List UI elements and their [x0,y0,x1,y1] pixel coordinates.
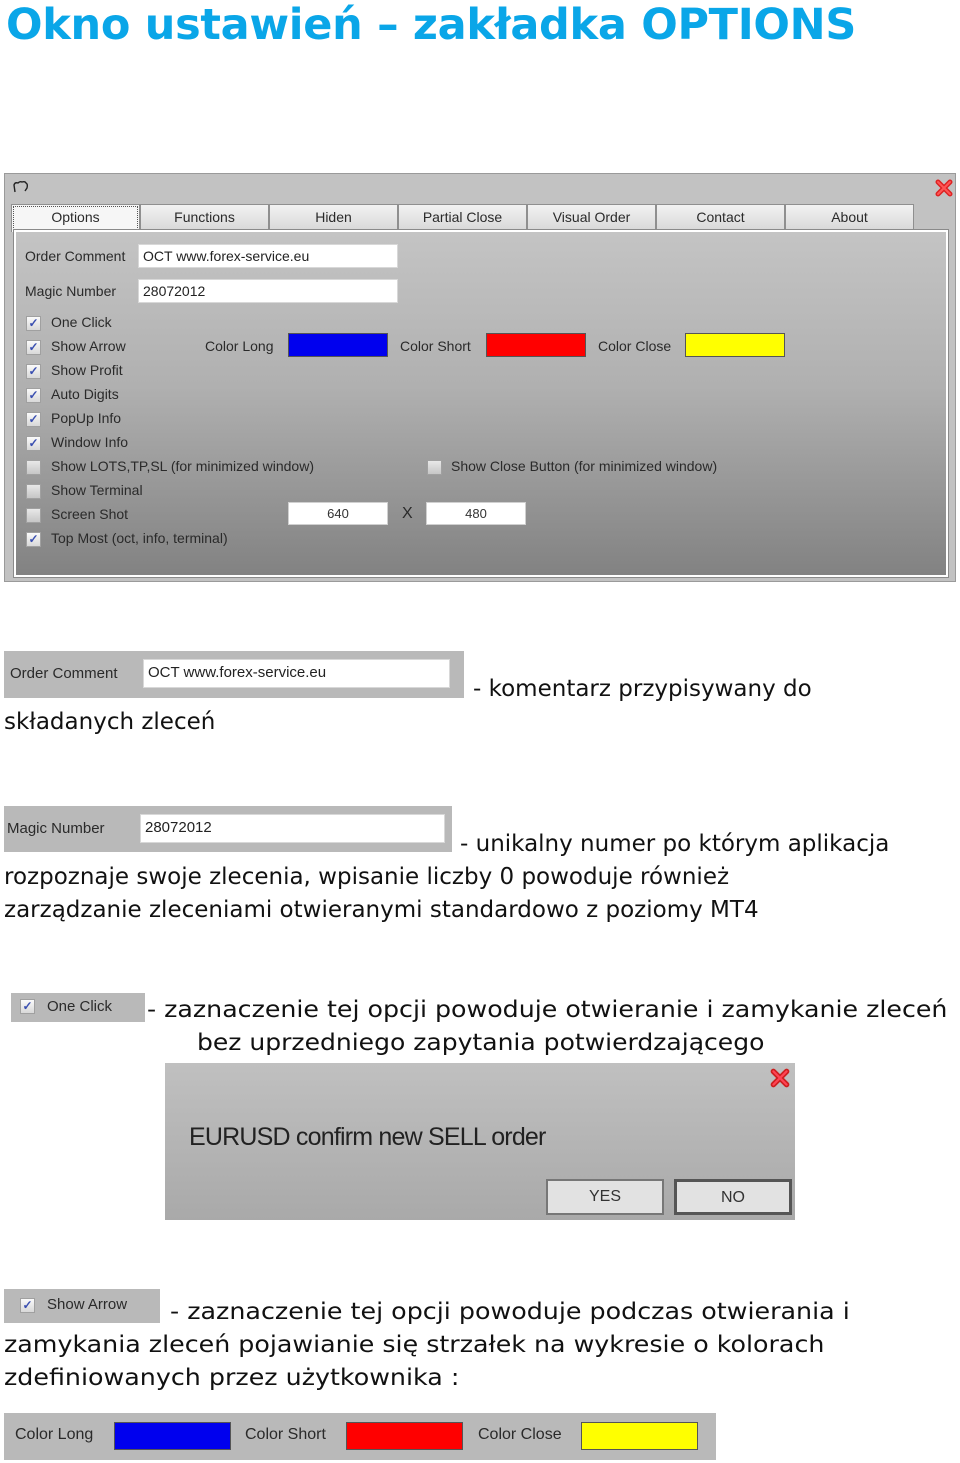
window-info-label: Window Info [51,434,129,450]
color-short-label: Color Short [400,338,471,354]
magic-number-input[interactable]: 28072012 [140,814,445,843]
order-comment-description: - komentarz przypisywany do [473,676,812,702]
screen-shot-label: Screen Shot [51,506,129,522]
magic-number-description-cont2: zarządzanie zleceniami otwieranymi stand… [4,897,759,923]
show-arrow-label: Show Arrow [47,1296,128,1313]
color-short-swatch[interactable] [486,333,586,357]
show-lots-tp-sl-checkbox[interactable] [26,460,41,475]
top-most-label: Top Most (oct, info, terminal) [51,530,228,546]
order-comment-snippet: Order Comment OCT www.forex-service.eu [4,651,464,698]
magic-number-snippet: Magic Number 28072012 [4,806,452,852]
show-lots-tp-sl-label: Show LOTS,TP,SL (for minimized window) [51,458,314,474]
close-icon[interactable] [934,178,954,198]
one-click-checkbox[interactable]: ✓ [20,999,35,1014]
magic-number-input[interactable]: 28072012 [138,279,398,303]
show-profit-label: Show Profit [51,362,123,378]
show-arrow-description-cont2: zdefiniowanych przez użytkownika : [4,1365,460,1391]
confirm-dialog: EURUSD confirm new SELL order YES NO [165,1063,795,1220]
order-comment-description-cont: składanych zleceń [4,709,216,735]
popup-info-checkbox[interactable]: ✓ [26,412,41,427]
color-close-label: Color Close [478,1426,562,1443]
show-profit-checkbox[interactable]: ✓ [26,364,41,379]
order-comment-input[interactable]: OCT www.forex-service.eu [143,659,450,688]
tab-bar: Options Functions Hiden Partial Close Vi… [11,204,914,232]
auto-digits-label: Auto Digits [51,386,119,402]
tab-contact[interactable]: Contact [656,204,785,230]
show-arrow-snippet: ✓ Show Arrow [4,1289,160,1323]
show-terminal-label: Show Terminal [51,482,143,498]
color-long-label: Color Long [205,338,274,354]
settings-window: Options Functions Hiden Partial Close Vi… [4,173,956,582]
one-click-description-cont: bez uprzedniego zapytania potwierdzające… [197,1030,765,1056]
screenshot-height-input[interactable]: 480 [426,502,526,525]
one-click-snippet: ✓ One Click [11,993,145,1022]
show-terminal-checkbox[interactable] [26,484,41,499]
dimension-separator: X [402,505,413,522]
hand-icon [13,180,29,193]
show-arrow-label: Show Arrow [51,338,126,354]
one-click-label: One Click [47,998,113,1015]
auto-digits-checkbox[interactable]: ✓ [26,388,41,403]
color-short-swatch[interactable] [346,1422,463,1450]
color-short-label: Color Short [245,1426,326,1443]
tab-hiden[interactable]: Hiden [269,204,398,230]
tab-options[interactable]: Options [11,204,140,232]
tab-about[interactable]: About [785,204,914,230]
screen-shot-checkbox[interactable] [26,508,41,523]
color-long-label: Color Long [15,1426,94,1443]
tab-functions[interactable]: Functions [140,204,269,230]
show-arrow-description-cont: zamykania zleceń pojawianie się strzałek… [4,1332,825,1358]
page-title: Okno ustawień – zakładka OPTIONS [6,0,857,50]
tab-partial-close[interactable]: Partial Close [398,204,527,230]
yes-button[interactable]: YES [546,1179,664,1215]
top-most-checkbox[interactable]: ✓ [26,532,41,547]
order-comment-label: Order Comment [10,665,118,682]
color-close-label: Color Close [598,338,672,354]
show-close-button-label: Show Close Button (for minimized window) [451,458,718,474]
magic-number-label: Magic Number [25,283,117,299]
screenshot-width-input[interactable]: 640 [288,502,388,525]
order-comment-label: Order Comment [25,248,126,264]
magic-number-label: Magic Number [7,820,105,837]
colors-snippet: Color Long Color Short Color Close [4,1413,716,1460]
close-icon[interactable] [769,1067,791,1089]
one-click-description: - zaznaczenie tej opcji powoduje otwiera… [147,997,948,1023]
show-arrow-description: - zaznaczenie tej opcji powoduje podczas… [170,1299,850,1325]
popup-info-label: PopUp Info [51,410,122,426]
show-close-button-checkbox[interactable] [427,460,442,475]
color-long-swatch[interactable] [114,1422,231,1450]
confirm-message: EURUSD confirm new SELL order [189,1123,546,1151]
window-info-checkbox[interactable]: ✓ [26,436,41,451]
color-long-swatch[interactable] [288,333,388,357]
no-button[interactable]: NO [674,1179,792,1215]
one-click-checkbox[interactable]: ✓ [26,316,41,331]
magic-number-description-cont: rozpoznaje swoje zlecenia, wpisanie licz… [4,864,730,890]
magic-number-description: - unikalny numer po którym aplikacja [460,831,890,857]
color-close-swatch[interactable] [685,333,785,357]
color-close-swatch[interactable] [581,1422,698,1450]
show-arrow-checkbox[interactable]: ✓ [20,1298,35,1313]
one-click-label: One Click [51,314,112,330]
options-panel: Order Comment OCT www.forex-service.eu M… [14,230,948,577]
show-arrow-checkbox[interactable]: ✓ [26,340,41,355]
tab-visual-order[interactable]: Visual Order [527,204,656,230]
order-comment-input[interactable]: OCT www.forex-service.eu [138,244,398,268]
